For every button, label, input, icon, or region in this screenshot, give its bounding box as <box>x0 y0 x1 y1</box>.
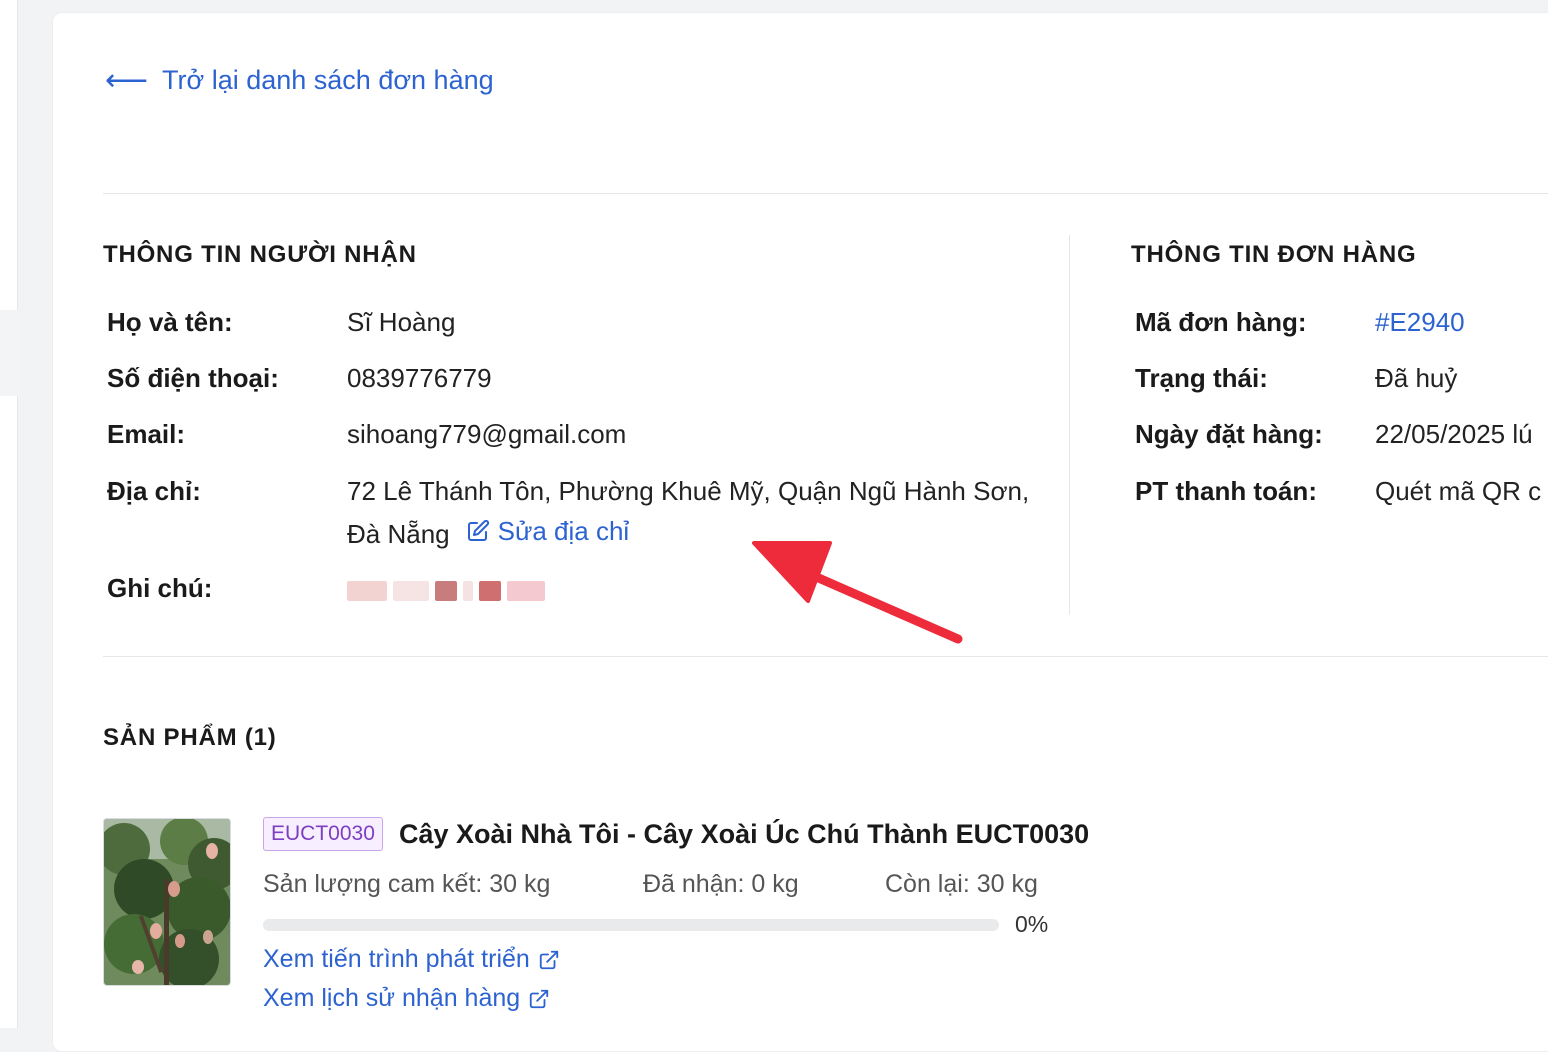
recipient-section-title: THÔNG TIN NGƯỜI NHẬN <box>103 241 417 268</box>
edit-address-link[interactable]: Sửa địa chỉ <box>466 511 630 551</box>
phone-value: 0839776779 <box>347 363 492 393</box>
order-section-title: THÔNG TIN ĐƠN HÀNG <box>1131 241 1417 268</box>
committed-yield: Sản lượng cam kết: 30 kg <box>263 870 551 898</box>
edit-address-label: Sửa địa chỉ <box>497 516 630 546</box>
order-status-label: Trạng thái: <box>1135 363 1268 393</box>
divider-top <box>103 193 1548 194</box>
order-code-link[interactable]: #E2940 <box>1375 307 1465 338</box>
view-growth-progress-link[interactable]: Xem tiến trình phát triển <box>263 945 560 974</box>
received-amount: Đã nhận: 0 kg <box>643 870 799 898</box>
order-code-label: Mã đơn hàng: <box>1135 307 1307 337</box>
products-section-title: SẢN PHẨM (1) <box>103 724 277 751</box>
email-value: sihoang779@gmail.com <box>347 419 627 449</box>
view-delivery-history-link[interactable]: Xem lịch sử nhận hàng <box>263 984 550 1013</box>
annotation-arrow <box>752 541 963 644</box>
sku-badge: EUCT0030 <box>263 817 383 851</box>
phone-label: Số điện thoại: <box>107 363 279 393</box>
mango-tree-image <box>104 819 230 985</box>
external-link-icon <box>530 989 549 1008</box>
payment-method-label: PT thanh toán: <box>1135 476 1317 506</box>
product-name: Cây Xoài Nhà Tôi - Cây Xoài Úc Chú Thành… <box>399 819 1090 849</box>
view-growth-progress-label: Xem tiến trình phát triển <box>263 945 530 973</box>
sidebar-edge-tab[interactable] <box>0 310 18 396</box>
name-value: Sĩ Hoàng <box>347 307 456 337</box>
product-image[interactable] <box>103 818 231 986</box>
view-delivery-history-label: Xem lịch sử nhận hàng <box>263 984 521 1012</box>
note-value-redacted <box>347 579 567 603</box>
progress-percent: 0% <box>1015 911 1049 937</box>
edit-icon <box>467 519 489 541</box>
back-link-label: Trở lại danh sách đơn hàng <box>162 65 494 95</box>
back-to-orders-link[interactable]: ⟵ Trở lại danh sách đơn hàng <box>105 65 494 96</box>
note-label: Ghi chú: <box>107 573 213 603</box>
order-date-value: 22/05/2025 lú <box>1375 419 1533 449</box>
divider-middle <box>103 656 1548 657</box>
payment-method-value: Quét mã QR c <box>1375 476 1542 506</box>
external-link-icon <box>539 950 558 969</box>
section-vertical-divider <box>1069 235 1070 615</box>
email-label: Email: <box>107 419 186 449</box>
name-label: Họ và tên: <box>107 307 233 337</box>
address-label: Địa chỉ: <box>107 476 201 506</box>
delivery-progress-bar <box>263 919 999 931</box>
sidebar-edge <box>0 0 18 1028</box>
arrow-left-icon: ⟵ <box>105 63 149 97</box>
remaining-amount: Còn lại: 30 kg <box>885 870 1038 898</box>
order-date-label: Ngày đặt hàng: <box>1135 419 1323 449</box>
order-status-value: Đã huỷ <box>1375 363 1458 393</box>
